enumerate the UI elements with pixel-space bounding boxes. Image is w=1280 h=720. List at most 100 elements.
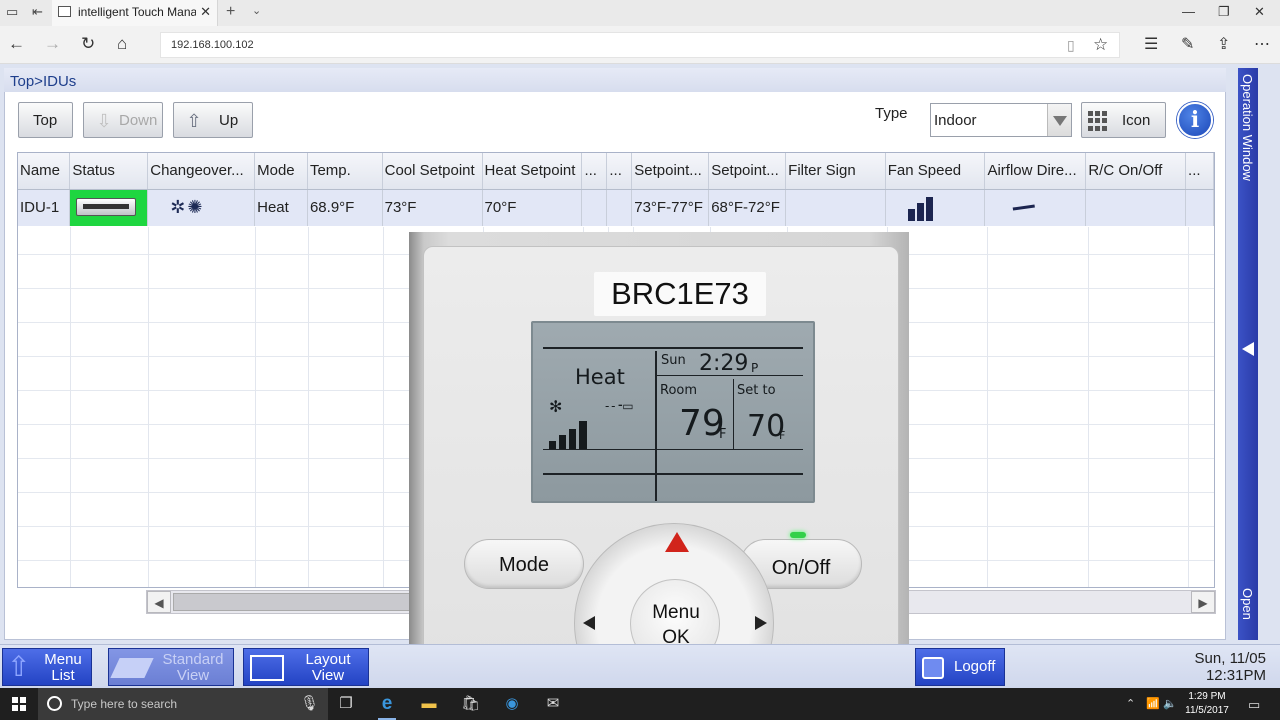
microphone-icon[interactable]: 🎙 xyxy=(300,695,319,713)
left-arrow-icon[interactable] xyxy=(583,616,595,630)
column-header[interactable]: Mode xyxy=(254,153,308,190)
lcd-fan-bars-icon xyxy=(549,419,597,449)
remote-dial[interactable]: Menu OK xyxy=(574,523,774,644)
reading-view-icon[interactable]: ▯ xyxy=(1067,37,1075,54)
up-button[interactable]: ⇧ Up xyxy=(173,102,253,138)
column-header[interactable]: Name xyxy=(18,153,71,190)
cortana-icon xyxy=(47,696,62,711)
lcd-fan-icon: ✻ xyxy=(549,397,563,416)
info-icon[interactable]: i xyxy=(1177,102,1213,138)
cell-rc-onoff xyxy=(1085,189,1187,226)
right-arrow-icon[interactable] xyxy=(755,616,767,630)
ok-label: OK xyxy=(662,627,690,644)
column-header[interactable]: Setpoint... xyxy=(708,153,787,190)
layout-view-button[interactable]: Layout View xyxy=(243,648,369,686)
operation-window-panel[interactable]: Operation Window Open xyxy=(1238,68,1258,640)
icon-view-button[interactable]: Icon xyxy=(1081,102,1166,138)
more-menu-icon[interactable]: ⋯ xyxy=(1254,34,1270,54)
column-header[interactable]: Cool Setpoint xyxy=(382,153,483,190)
tab-manager-icon[interactable]: ▭ xyxy=(6,4,18,20)
down-button-label: Down xyxy=(119,112,158,129)
task-view-icon[interactable]: ❐ xyxy=(337,695,355,713)
column-header[interactable]: Changeover... xyxy=(147,153,256,190)
column-header[interactable]: ... xyxy=(606,153,633,190)
volume-icon[interactable]: 🔈 xyxy=(1163,697,1177,710)
new-tab-icon[interactable]: + xyxy=(226,3,235,21)
edge-icon[interactable]: e xyxy=(378,694,396,720)
operation-window-label: Operation Window xyxy=(1240,74,1255,181)
forward-icon[interactable]: → xyxy=(44,34,61,54)
remote-model-label: BRC1E73 xyxy=(594,272,766,316)
column-header[interactable]: ... xyxy=(1185,153,1214,190)
indoor-unit-icon xyxy=(76,198,137,217)
windows-start-icon[interactable] xyxy=(12,697,26,711)
share-icon[interactable]: ⇪ xyxy=(1217,34,1230,54)
standard-view-icon xyxy=(110,658,154,678)
app-icon[interactable]: ◉ xyxy=(503,695,521,713)
favorite-star-icon[interactable]: ☆ xyxy=(1093,35,1108,55)
logoff-label: Logoff xyxy=(954,658,996,675)
lcd-clock: 2:29 xyxy=(699,351,749,376)
minimize-icon[interactable]: — xyxy=(1182,4,1195,19)
store-icon[interactable]: 🛍 xyxy=(461,695,480,713)
column-header[interactable]: Setpoint... xyxy=(631,153,710,190)
tray-chevron-icon[interactable]: ⌃ xyxy=(1126,697,1135,710)
back-icon[interactable]: ← xyxy=(8,34,25,54)
scroll-right-icon[interactable]: ▶ xyxy=(1191,591,1215,613)
column-header[interactable]: Fan Speed xyxy=(885,153,986,190)
column-header[interactable]: Filter Sign xyxy=(785,153,886,190)
column-header[interactable]: Temp. xyxy=(307,153,383,190)
refresh-icon[interactable]: ↻ xyxy=(81,34,95,54)
maximize-icon[interactable]: ❐ xyxy=(1218,4,1230,20)
icon-view-label: Icon xyxy=(1122,112,1151,129)
top-button[interactable]: Top xyxy=(18,102,73,138)
close-tab-icon[interactable]: ✕ xyxy=(200,4,211,20)
cell-temp: 68.9°F xyxy=(307,189,383,226)
menu-list-button[interactable]: ⇧ Menu List xyxy=(2,648,92,686)
cell-setpoint-cool-range: 73°F-77°F xyxy=(631,189,710,226)
url-text: 192.168.100.102 xyxy=(171,39,254,51)
favorites-hub-icon[interactable]: ☰ xyxy=(1144,34,1158,54)
column-header[interactable]: ... xyxy=(581,153,608,190)
mail-icon[interactable]: ✉ xyxy=(544,695,562,713)
web-note-icon[interactable]: ✎ xyxy=(1181,34,1194,54)
set-aside-tabs-icon[interactable]: ⇤ xyxy=(32,4,43,20)
table-row[interactable]: IDU-1 ✲✺ Heat 68.9°F 73°F 70°F 73°F-77°F… xyxy=(18,189,1214,226)
close-window-icon[interactable]: ✕ xyxy=(1254,4,1265,20)
menu-label: Menu xyxy=(652,602,700,623)
column-header[interactable]: Heat Setpoint xyxy=(482,153,583,190)
dropdown-arrow-icon[interactable] xyxy=(1047,104,1071,136)
url-field[interactable]: 192.168.100.102 ▯ ☆ xyxy=(160,32,1120,58)
app-time: 12:31PM xyxy=(1205,667,1266,684)
network-icon[interactable]: 📶 xyxy=(1146,697,1160,710)
page-favicon-icon xyxy=(58,6,71,17)
mode-button[interactable]: Mode xyxy=(464,539,584,589)
up-arrow-icon[interactable] xyxy=(665,532,689,552)
expand-panel-icon[interactable] xyxy=(1242,342,1254,356)
column-header[interactable]: Airflow Dire... xyxy=(984,153,1087,190)
file-explorer-icon[interactable]: ▬ xyxy=(420,695,438,713)
open-label[interactable]: Open xyxy=(1240,588,1255,620)
tab-preview-chevron-icon[interactable]: ⌄ xyxy=(252,4,261,17)
standard-view-button[interactable]: Standard View xyxy=(108,648,234,686)
cell-changeover: ✲✺ xyxy=(147,189,256,226)
scroll-left-icon[interactable]: ◀ xyxy=(147,591,171,613)
lcd-room-temp: 79 xyxy=(679,403,725,444)
menu-ok-button[interactable]: Menu OK xyxy=(630,579,720,644)
type-select[interactable]: Indoor xyxy=(930,103,1072,137)
breadcrumb[interactable]: Top>IDUs xyxy=(10,73,76,90)
logoff-button[interactable]: Logoff xyxy=(915,648,1005,686)
down-button[interactable]: ⇩ Down xyxy=(83,102,163,138)
lcd-set-label: Set to xyxy=(737,383,776,398)
taskbar-search[interactable]: Type here to search xyxy=(38,688,328,720)
fan-speed-bars-icon xyxy=(907,195,942,221)
lcd-day: Sun xyxy=(661,353,686,368)
notifications-icon[interactable]: ▭ xyxy=(1248,697,1260,713)
home-icon[interactable]: ⌂ xyxy=(117,34,127,54)
scroll-thumb[interactable] xyxy=(173,593,423,611)
column-header[interactable]: Status xyxy=(69,153,149,190)
browser-tab[interactable]: intelligent Touch Manag ✕ xyxy=(52,0,218,26)
taskbar-clock[interactable]: 1:29 PM 11/5/2017 xyxy=(1182,690,1232,718)
column-header[interactable]: R/C On/Off xyxy=(1085,153,1187,190)
browser-tab-bar: ▭ ⇤ intelligent Touch Manag ✕ + ⌄ — ❐ ✕ xyxy=(0,0,1280,26)
